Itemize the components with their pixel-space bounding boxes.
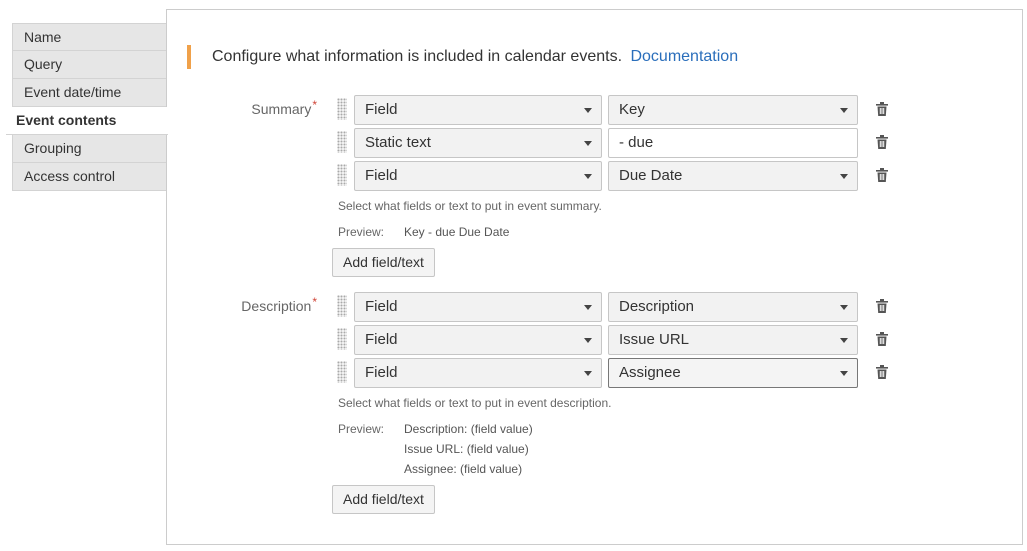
sidebar-item-event-contents[interactable]: Event contents: [6, 107, 168, 135]
chevron-down-icon: [584, 141, 592, 146]
documentation-link[interactable]: Documentation: [630, 48, 738, 65]
summary-label: Summary*: [167, 98, 317, 117]
trash-icon[interactable]: [876, 332, 888, 346]
summary-hint: Select what fields or text to put in eve…: [338, 199, 602, 213]
select-value: Field: [365, 298, 398, 315]
sidebar-item-query[interactable]: Query: [12, 51, 167, 79]
trash-icon[interactable]: [876, 168, 888, 182]
sidebar-item-event-date-time[interactable]: Event date/time: [12, 79, 167, 107]
chevron-down-icon: [584, 371, 592, 376]
summary-row-3-type-select[interactable]: Field: [354, 161, 602, 191]
chevron-down-icon: [840, 305, 848, 310]
summary-row-1-value-select[interactable]: Key: [608, 95, 858, 125]
summary-label-text: Summary: [251, 101, 312, 117]
chevron-down-icon: [584, 108, 592, 113]
drag-handle-icon[interactable]: [337, 98, 347, 120]
trash-icon[interactable]: [876, 102, 888, 116]
summary-row-2-type-select[interactable]: Static text: [354, 128, 602, 158]
trash-icon[interactable]: [876, 299, 888, 313]
sidebar-item-grouping[interactable]: Grouping: [12, 135, 167, 163]
select-value: Field: [365, 101, 398, 118]
required-marker: *: [312, 295, 317, 309]
event-contents-panel: Configure what information is included i…: [166, 9, 1023, 545]
description-preview-line: Description: (field value): [404, 422, 533, 436]
description-label-text: Description: [241, 298, 312, 314]
chevron-down-icon: [840, 174, 848, 179]
sidebar-item-name[interactable]: Name: [12, 23, 167, 51]
drag-handle-icon[interactable]: [337, 295, 347, 317]
chevron-down-icon: [840, 338, 848, 343]
description-hint: Select what fields or text to put in eve…: [338, 396, 612, 410]
summary-row-3-value-select[interactable]: Due Date: [608, 161, 858, 191]
summary-preview-value: Key - due Due Date: [404, 225, 510, 239]
description-preview-line: Assignee: (field value): [404, 462, 523, 476]
select-value: Field: [365, 364, 398, 381]
chevron-down-icon: [840, 108, 848, 113]
chevron-down-icon: [584, 174, 592, 179]
chevron-down-icon: [584, 305, 592, 310]
select-value: Assignee: [619, 364, 681, 381]
description-row-1-value-select[interactable]: Description: [608, 292, 858, 322]
input-value: - due: [619, 134, 654, 151]
required-marker: *: [312, 98, 317, 112]
description-preview-label: Preview:: [338, 422, 385, 436]
info-text: Configure what information is included i…: [212, 48, 623, 65]
drag-handle-icon[interactable]: [337, 131, 347, 153]
description-preview-line: Issue URL: (field value): [404, 442, 529, 456]
select-value: Key: [619, 101, 645, 118]
summary-preview-label: Preview:: [338, 225, 385, 239]
description-add-field-button[interactable]: Add field/text: [332, 485, 435, 514]
summary-row-1-type-select[interactable]: Field: [354, 95, 602, 125]
description-row-1-type-select[interactable]: Field: [354, 292, 602, 322]
description-row-3-value-select[interactable]: Assignee: [608, 358, 858, 388]
description-row-2-type-select[interactable]: Field: [354, 325, 602, 355]
drag-handle-icon[interactable]: [337, 328, 347, 350]
drag-handle-icon[interactable]: [337, 361, 347, 383]
chevron-down-icon: [840, 371, 848, 376]
select-value: Field: [365, 167, 398, 184]
select-value: Field: [365, 331, 398, 348]
select-value: Issue URL: [619, 331, 690, 348]
summary-add-field-button[interactable]: Add field/text: [332, 248, 435, 277]
info-message: Configure what information is included i…: [187, 45, 738, 69]
drag-handle-icon[interactable]: [337, 164, 347, 186]
trash-icon[interactable]: [876, 135, 888, 149]
summary-row-2-static-text-input[interactable]: - due: [608, 128, 858, 158]
description-label: Description*: [167, 295, 317, 314]
select-value: Due Date: [619, 167, 683, 184]
description-row-2-value-select[interactable]: Issue URL: [608, 325, 858, 355]
description-row-3-type-select[interactable]: Field: [354, 358, 602, 388]
select-value: Static text: [365, 134, 431, 151]
sidebar-item-access-control[interactable]: Access control: [12, 163, 167, 191]
trash-icon[interactable]: [876, 365, 888, 379]
sidebar-nav: Name Query Event date/time Event content…: [6, 23, 168, 191]
chevron-down-icon: [584, 338, 592, 343]
select-value: Description: [619, 298, 695, 315]
